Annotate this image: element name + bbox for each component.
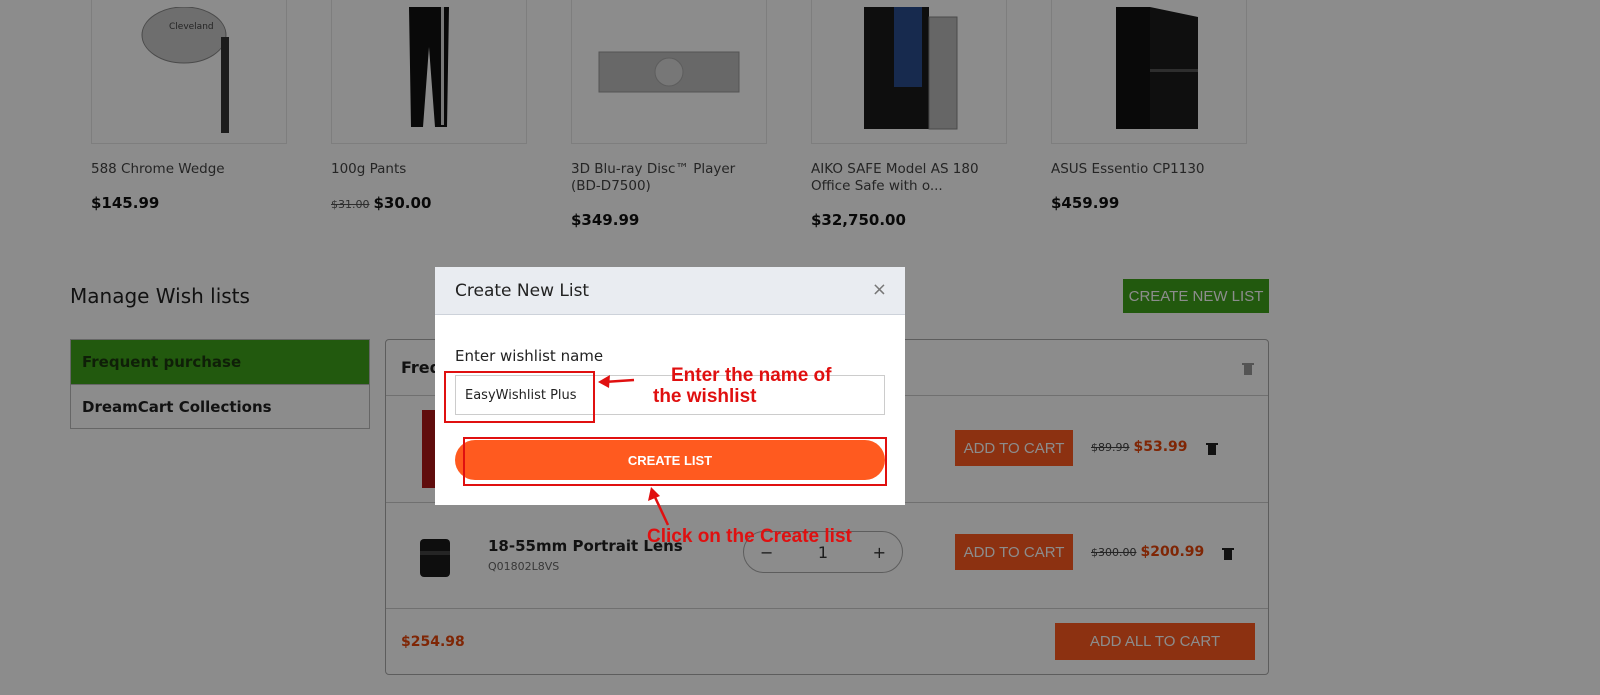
input-highlight-box (444, 371, 595, 423)
close-icon[interactable]: × (872, 279, 887, 300)
arrow-left-icon (598, 375, 635, 388)
arrow-up-icon (648, 487, 670, 526)
modal-title: Create New List (435, 267, 905, 315)
annotation-enter-name-line2: the wishlist (653, 386, 757, 407)
annotation-click-create: Click on the Create list (647, 526, 852, 547)
annotation-enter-name-line1: Enter the name of (671, 365, 832, 386)
wishlist-name-label: Enter wishlist name (455, 347, 604, 365)
button-highlight-box (463, 437, 887, 486)
